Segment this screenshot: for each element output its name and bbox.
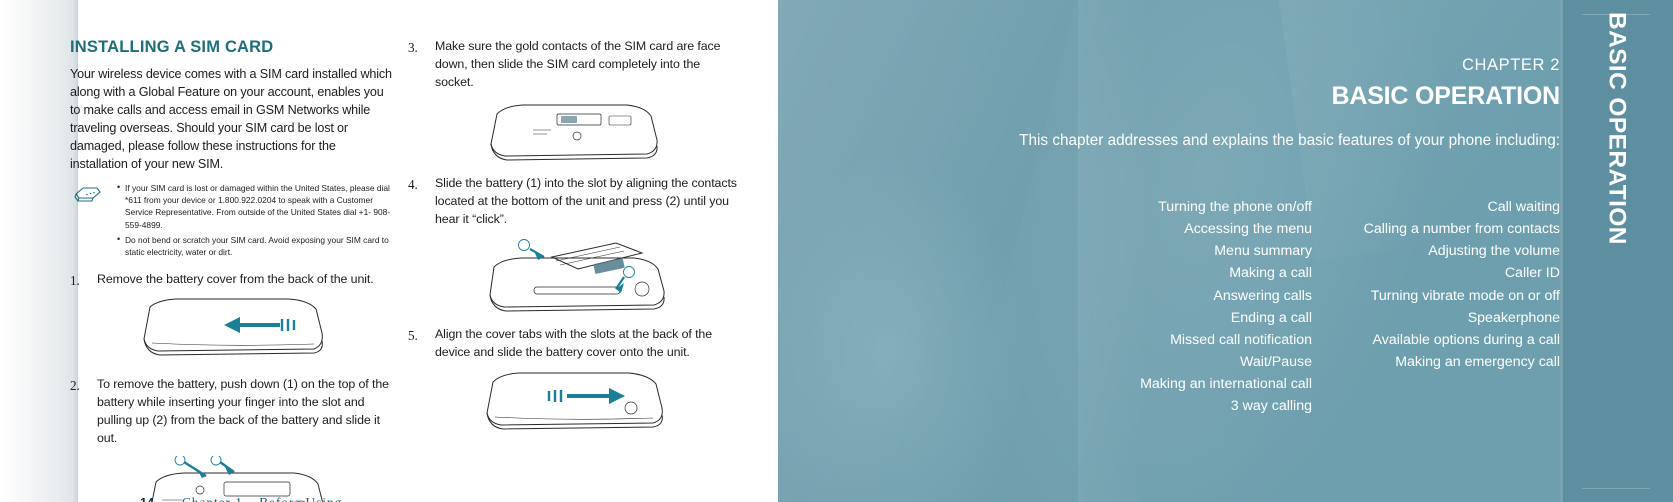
step-4: 4. Slide the battery (1) into the slot b…	[408, 175, 738, 229]
feature-item: Making an international call	[1140, 376, 1312, 393]
step-text: Slide the battery (1) into the slot by a…	[435, 175, 737, 226]
note-item: If your SIM card is lost or damaged with…	[117, 181, 395, 231]
step-number: 4.	[408, 176, 418, 192]
step-number: 3.	[408, 40, 418, 55]
note-item: Do not bend or scratch your SIM card. Av…	[117, 233, 395, 258]
battery-insertion-illustration	[488, 238, 665, 312]
note-list: If your SIM card is lost or damaged with…	[108, 181, 395, 258]
page-number: 14	[140, 496, 154, 502]
feature-item: Making a call	[1229, 265, 1312, 282]
feature-item: Accessing the menu	[1184, 221, 1312, 238]
feature-item: Adjusting the volume	[1428, 243, 1560, 260]
intro-paragraph: Your wireless device comes with a SIM ca…	[70, 67, 392, 171]
note-hand-icon	[73, 185, 103, 205]
side-tab-slot	[1582, 488, 1650, 489]
feature-item: Caller ID	[1504, 265, 1560, 282]
footer-chapter-label: Chapter 1 – Before Using	[182, 495, 342, 502]
feature-item: 3 way calling	[1230, 398, 1312, 415]
text-column-1: INSTALLING A SIM CARD Your wireless devi…	[70, 0, 395, 502]
chapter-content: CHAPTER 2 BASIC OPERATION This chapter a…	[778, 0, 1560, 502]
left-manual-page: Before Using INSTALLING A SIM CARD Your …	[0, 0, 778, 502]
feature-item: Answering calls	[1213, 287, 1312, 304]
step-text: Align the cover tabs with the slots at t…	[435, 326, 712, 359]
step-3: 3. Make sure the gold contacts of the SI…	[408, 38, 738, 92]
feature-list-right: Call waiting Calling a number from conta…	[1360, 196, 1560, 418]
side-tab-label: BASIC OPERATION	[1603, 12, 1631, 245]
step-number: 1.	[70, 273, 80, 289]
feature-item: Menu summary	[1214, 243, 1312, 260]
feature-item: Available options during a call	[1372, 331, 1560, 348]
step-number: 5.	[408, 327, 418, 343]
chapter-number: CHAPTER 2	[1461, 56, 1560, 74]
right-chapter-page: CHAPTER 2 BASIC OPERATION This chapter a…	[778, 0, 1673, 502]
note-box: If your SIM card is lost or damaged with…	[70, 181, 395, 258]
feature-item: Turning the phone on/off	[1158, 199, 1312, 215]
step-text: Make sure the gold contacts of the SIM c…	[435, 39, 721, 89]
chapter-title: BASIC OPERATION	[1331, 82, 1561, 110]
page-gutter-shadow	[0, 0, 78, 502]
step-1: 1. Remove the battery cover from the bac…	[70, 271, 395, 289]
step-text: To remove the battery, push down (1) on …	[97, 377, 389, 446]
step-5: 5. Align the cover tabs with the slots a…	[408, 326, 738, 362]
feature-item: Wait/Pause	[1239, 354, 1312, 371]
phone-back-cover-removal-illustration	[142, 298, 323, 356]
feature-item: Turning vibrate mode on or off	[1370, 287, 1560, 304]
feature-item: Call waiting	[1487, 199, 1560, 215]
chapter-intro: This chapter addresses and explains the …	[1019, 132, 1560, 149]
feature-item: Speakerphone	[1467, 309, 1560, 326]
feature-lists: Turning the phone on/off Accessing the m…	[800, 196, 1560, 418]
battery-cover-reattach-illustration	[485, 372, 663, 430]
feature-item: Calling a number from contacts	[1363, 221, 1560, 238]
feature-list-left: Turning the phone on/off Accessing the m…	[1112, 196, 1312, 418]
text-column-2: 3. Make sure the gold contacts of the SI…	[408, 0, 738, 436]
sim-card-insertion-illustration	[490, 104, 658, 161]
step-2: 2. To remove the battery, push down (1) …	[70, 376, 395, 448]
step-text: Remove the battery cover from the back o…	[97, 272, 374, 287]
page-footer: 14 Chapter 1 – Before Using	[140, 494, 342, 502]
page-title: INSTALLING A SIM CARD	[70, 38, 274, 56]
side-tab-edge	[1560, 0, 1563, 502]
feature-item: Making an emergency call	[1395, 354, 1560, 371]
feature-item: Ending a call	[1230, 309, 1312, 326]
side-tab-slot	[1582, 14, 1650, 15]
feature-item: Missed call notification	[1170, 331, 1312, 348]
manual-spread: Before Using INSTALLING A SIM CARD Your …	[0, 0, 1673, 502]
step-number: 2.	[70, 378, 80, 394]
chapter-side-tab: BASIC OPERATION	[1560, 0, 1673, 502]
